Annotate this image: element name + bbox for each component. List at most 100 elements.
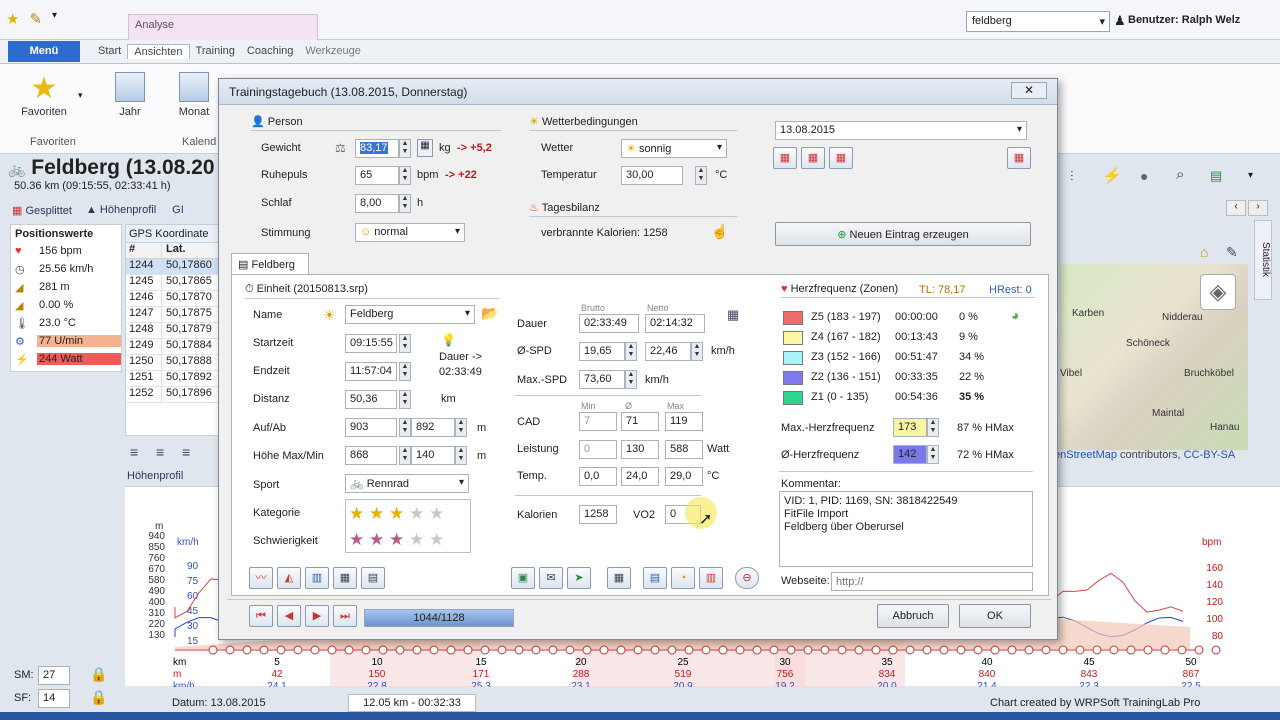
- chart-bar-icon[interactable]: ▥: [305, 567, 329, 589]
- spd-netto-spinner[interactable]: ▲ ▼: [691, 342, 703, 361]
- menu-button[interactable]: Menü: [8, 41, 80, 62]
- user-select[interactable]: feldberg ▾: [966, 11, 1110, 32]
- avg-hf-input[interactable]: 142: [893, 445, 927, 464]
- distanz-input[interactable]: 50,36: [345, 390, 397, 409]
- align-left-icon[interactable]: ≡: [130, 444, 138, 460]
- dauer-brutto-input[interactable]: 02:33:49: [579, 314, 639, 333]
- jahr-button[interactable]: Jahr: [112, 72, 148, 118]
- lock-icon[interactable]: 🔒: [90, 689, 107, 706]
- temperatur-spinner[interactable]: ▲ ▼: [695, 166, 707, 185]
- calendar-prev-icon[interactable]: ▦: [773, 147, 797, 169]
- stimmung-select[interactable]: ☺ normal: [355, 223, 465, 242]
- edit-map-icon[interactable]: ✎: [1226, 244, 1238, 261]
- tab-start[interactable]: Start: [92, 44, 127, 59]
- leistung-max-input[interactable]: 588: [665, 440, 703, 459]
- tab-werkzeuge[interactable]: Werkzeuge: [299, 44, 366, 59]
- chart-toolbar-icon[interactable]: ⫶: [1070, 168, 1074, 185]
- chart-area-icon[interactable]: ◭: [277, 567, 301, 589]
- avg-hf-spinner[interactable]: ▲ ▼: [927, 445, 939, 464]
- startzeit-spinner[interactable]: ▲ ▼: [399, 334, 411, 353]
- table-row[interactable]: 1249 50,17884: [126, 339, 219, 355]
- monat-button[interactable]: Monat: [172, 72, 216, 118]
- prev-record-icon[interactable]: ◀: [277, 605, 301, 627]
- ruhepuls-input[interactable]: 65: [355, 166, 399, 185]
- calendar-next-icon[interactable]: ▦: [829, 147, 853, 169]
- lock-icon[interactable]: 🔒: [90, 666, 107, 683]
- startzeit-input[interactable]: 09:15:55: [345, 334, 397, 353]
- auf-spinner[interactable]: ▲ ▼: [399, 418, 411, 437]
- last-record-icon[interactable]: ⏭: [333, 605, 357, 627]
- tab-gesplittet[interactable]: ▦ Gesplittet: [12, 204, 72, 217]
- date-picker[interactable]: 13.08.2015: [775, 121, 1027, 140]
- spd-netto-input[interactable]: 22,46: [645, 342, 691, 361]
- dropdown-arrow-icon[interactable]: ▾: [52, 10, 57, 28]
- schlaf-spinner[interactable]: ▲ ▼: [399, 194, 411, 213]
- kategorie-star-icon[interactable]: ★: [349, 505, 364, 522]
- stats-icon[interactable]: ▥: [699, 567, 723, 589]
- map-view[interactable]: Karben Nidderau Schöneck Bruchköbel Main…: [1060, 264, 1248, 450]
- calendar-today-icon[interactable]: ▦: [801, 147, 825, 169]
- chevron-left-icon[interactable]: ‹: [1226, 200, 1246, 216]
- ruhepuls-spinner[interactable]: ▲ ▼: [399, 166, 411, 185]
- schwierigkeit-star-icon[interactable]: ★: [369, 531, 384, 548]
- pie-chart-icon[interactable]: ◕: [1011, 307, 1019, 323]
- gewicht-input[interactable]: 83,17: [360, 142, 388, 154]
- temp-min-input[interactable]: 0,0: [579, 467, 617, 486]
- document-icon[interactable]: ▤: [643, 567, 667, 589]
- statistik-tab[interactable]: Statistik: [1254, 220, 1272, 300]
- max-hf-input[interactable]: 173: [893, 418, 927, 437]
- tab-gi[interactable]: GI: [170, 204, 186, 217]
- sf-input[interactable]: 14: [38, 689, 70, 708]
- schwierigkeit-star-icon[interactable]: ★: [429, 531, 444, 548]
- tab-hoehenprofil[interactable]: ▲ Höhenprofil: [86, 204, 156, 217]
- ab-spinner[interactable]: ▲ ▼: [455, 418, 467, 437]
- record-progress[interactable]: 1044/1128: [364, 609, 514, 627]
- align-center-icon[interactable]: ≡: [156, 444, 164, 460]
- cad-max-input[interactable]: 119: [665, 412, 703, 431]
- delete-icon[interactable]: ⊖: [735, 567, 759, 589]
- send-icon[interactable]: ➤: [567, 567, 591, 589]
- ab-input[interactable]: 892: [411, 418, 455, 437]
- kategorie-star-icon[interactable]: ★: [369, 505, 384, 522]
- table-row[interactable]: 1244 50,17860: [126, 259, 219, 275]
- gewicht-spinner[interactable]: ▲ ▼: [399, 139, 411, 158]
- temperatur-input[interactable]: 30,00: [621, 166, 683, 185]
- neuen-eintrag-button[interactable]: ⊕ Neuen Eintrag erzeugen: [775, 222, 1031, 246]
- tab-coaching[interactable]: Coaching: [241, 44, 299, 59]
- name-select[interactable]: Feldberg: [345, 305, 475, 324]
- leistung-avg-input[interactable]: 130: [621, 440, 659, 459]
- schlaf-input[interactable]: 8,00: [355, 194, 399, 213]
- chevron-down-icon[interactable]: ▾: [78, 90, 83, 101]
- kommentar-textarea[interactable]: VID: 1, PID: 1169, SN: 3818422549 FitFil…: [779, 491, 1033, 567]
- temp-max-input[interactable]: 29,0: [665, 467, 703, 486]
- email-icon[interactable]: ✉: [539, 567, 563, 589]
- folder-icon[interactable]: 📂: [481, 305, 498, 322]
- rss-icon[interactable]: ◔: [671, 567, 695, 589]
- kategorie-star-icon[interactable]: ★: [409, 505, 424, 522]
- hoehe-max-input[interactable]: 868: [345, 446, 397, 465]
- cad-avg-input[interactable]: 71: [621, 412, 659, 431]
- schwierigkeit-star-icon[interactable]: ★: [349, 531, 364, 548]
- table-icon[interactable]: ▦: [333, 567, 357, 589]
- favoriten-button[interactable]: ★ Favoriten: [14, 72, 74, 118]
- maxspd-input[interactable]: 73,60: [579, 370, 625, 389]
- table-row[interactable]: 1246 50,17870: [126, 291, 219, 307]
- pin-icon[interactable]: ●: [1140, 168, 1148, 184]
- chart-edit-icon[interactable]: ▤: [361, 567, 385, 589]
- sport-select[interactable]: 🚲 Rennrad: [345, 474, 469, 493]
- table-row[interactable]: 1247 50,17875: [126, 307, 219, 323]
- auf-input[interactable]: 903: [345, 418, 397, 437]
- table-row[interactable]: 1248 50,17879: [126, 323, 219, 339]
- layers-icon[interactable]: ◈: [1200, 274, 1236, 310]
- distanz-spinner[interactable]: ▲ ▼: [399, 390, 411, 409]
- first-record-icon[interactable]: ⏮: [249, 605, 273, 627]
- chevron-down-icon[interactable]: ▾: [1248, 170, 1253, 181]
- webseite-input[interactable]: [831, 572, 1033, 591]
- calendar-edit-icon[interactable]: ▦: [1007, 147, 1031, 169]
- tab-ansichten[interactable]: Ansichten: [127, 44, 190, 59]
- spd-brutto-spinner[interactable]: ▲ ▼: [625, 342, 637, 361]
- kalorien-input[interactable]: 1258: [579, 505, 617, 524]
- kategorie-star-icon[interactable]: ★: [429, 505, 444, 522]
- hoehe-max-spinner[interactable]: ▲ ▼: [399, 446, 411, 465]
- cad-min-input[interactable]: 7: [579, 412, 617, 431]
